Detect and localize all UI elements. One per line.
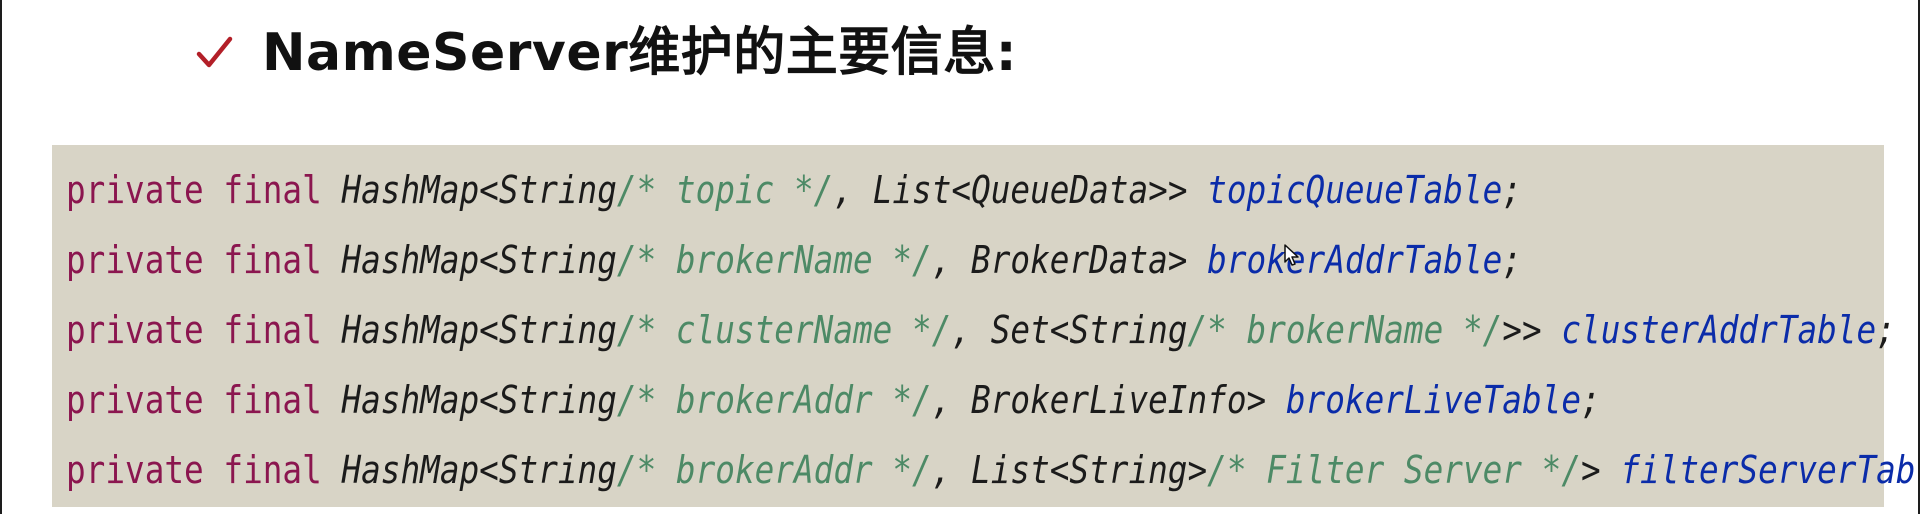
- code-token-field: brokerAddrTable: [1207, 238, 1503, 282]
- code-token-keyword: private final: [66, 448, 342, 492]
- code-token-type: , Set<String: [951, 308, 1188, 352]
- check-mark-icon: [192, 31, 236, 75]
- code-token-punct: ;: [1580, 378, 1601, 422]
- code-token-type: , BrokerLiveInfo>: [931, 378, 1286, 422]
- code-token-type: , List<QueueData>>: [833, 168, 1208, 212]
- code-token-punct: ;: [1502, 238, 1522, 282]
- slide-frame: NameServer维护的主要信息: private final HashMap…: [0, 0, 1920, 514]
- code-token-field: clusterAddrTable: [1561, 308, 1877, 352]
- code-token-keyword: private final: [66, 308, 342, 352]
- code-token-type: HashMap<String: [341, 448, 617, 492]
- code-token-comment: /* clusterName */: [616, 308, 952, 352]
- mouse-pointer-icon: [1284, 244, 1300, 266]
- code-token-comment: /* Filter Server */: [1207, 448, 1581, 492]
- page-title: NameServer维护的主要信息:: [262, 23, 1018, 83]
- code-token-type: >>: [1502, 308, 1562, 352]
- slide-heading: NameServer维护的主要信息:: [192, 18, 1017, 88]
- code-token-comment: /* brokerAddr */: [616, 448, 932, 492]
- code-token-keyword: private final: [66, 168, 342, 212]
- code-token-type: HashMap<String: [341, 308, 617, 352]
- code-token-comment: /* brokerAddr */: [616, 378, 932, 422]
- code-line-4: private final HashMap<String/* brokerAdd…: [66, 365, 1629, 435]
- code-token-type: HashMap<String: [341, 238, 617, 282]
- code-token-keyword: private final: [66, 378, 342, 422]
- code-token-type: >: [1580, 448, 1621, 492]
- code-token-type: HashMap<String: [341, 378, 617, 422]
- code-token-comment: /* topic */: [616, 168, 834, 212]
- code-token-field: brokerLiveTable: [1285, 378, 1581, 422]
- code-token-type: , BrokerData>: [931, 238, 1208, 282]
- code-token-comment: /* brokerName */: [616, 238, 932, 282]
- code-block: private final HashMap<String/* topic */,…: [52, 145, 1920, 507]
- code-token-keyword: private final: [66, 238, 342, 282]
- code-token-type: , List<String>: [931, 448, 1208, 492]
- code-token-field: topicQueueTable: [1207, 168, 1503, 212]
- code-token-type: HashMap<String: [341, 168, 617, 212]
- code-line-3: private final HashMap<String/* clusterNa…: [66, 295, 1896, 365]
- code-line-5: private final HashMap<String/* brokerAdd…: [66, 435, 1920, 505]
- code-line-1: private final HashMap<String/* topic */,…: [66, 155, 1629, 225]
- code-token-comment: /* brokerName */: [1187, 308, 1503, 352]
- code-token-punct: ;: [1502, 168, 1522, 212]
- code-token-punct: ;: [1876, 308, 1896, 352]
- code-line-2: private final HashMap<String/* brokerNam…: [66, 225, 1629, 295]
- code-token-field: filterServerTable: [1620, 448, 1920, 492]
